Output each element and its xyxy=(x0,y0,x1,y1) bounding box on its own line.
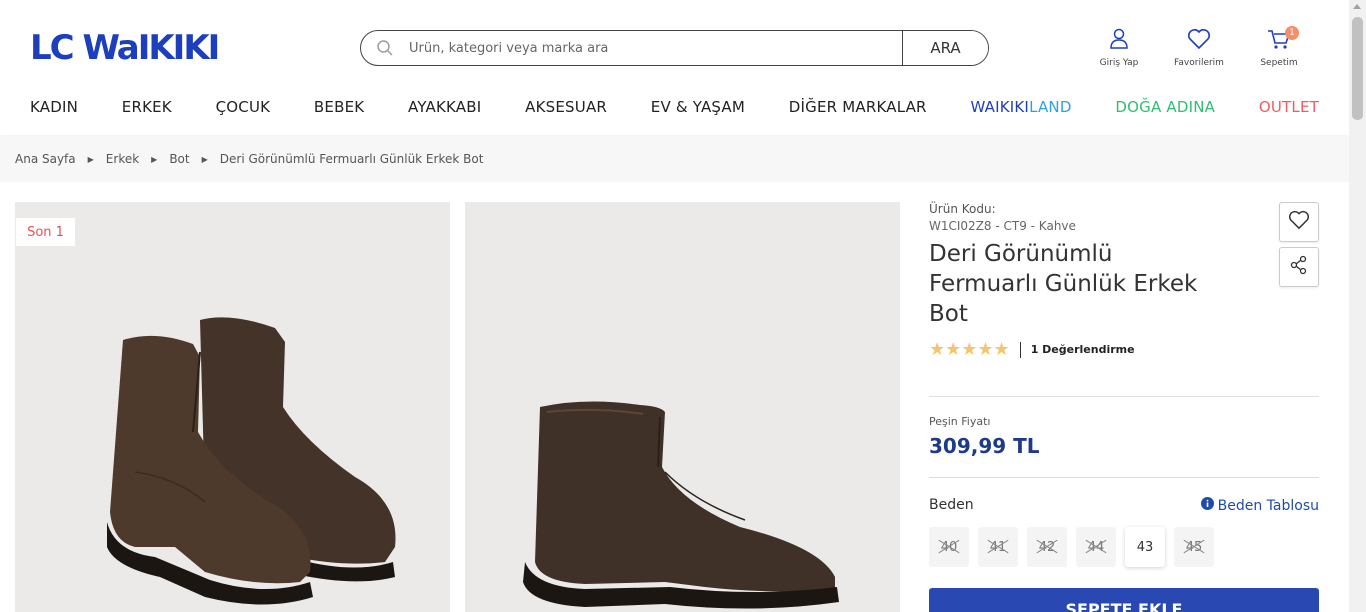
divider xyxy=(929,477,1319,478)
product-title: Deri Görünümlü Fermuarlı Günlük Erkek Bo… xyxy=(929,241,1198,327)
main-nav: KADIN ERKEK ÇOCUK BEBEK AYAKKABI AKSESUA… xyxy=(0,90,1349,135)
nav-item-aksesuar[interactable]: AKSESUAR xyxy=(525,90,607,135)
heart-icon xyxy=(1187,28,1211,54)
breadcrumb-current: Deri Görünümlü Fermuarlı Günlük Erkek Bo… xyxy=(219,152,484,166)
header: LC WaIKIKI ARA Giriş Yap Favorilerim xyxy=(0,0,1349,90)
nav-item-cocuk[interactable]: ÇOCUK xyxy=(216,90,271,135)
breadcrumb-link-home[interactable]: Ana Sayfa xyxy=(15,152,76,166)
add-to-cart-button[interactable]: SEPETE EKLE xyxy=(929,588,1319,612)
stock-badge: Son 1 xyxy=(16,218,75,246)
product-image-2[interactable] xyxy=(465,202,900,612)
size-option-42[interactable]: 42 xyxy=(1027,527,1067,567)
share-icon xyxy=(1290,255,1308,279)
info-icon xyxy=(1200,497,1214,514)
size-option-44[interactable]: 44 xyxy=(1076,527,1116,567)
cart-label: Sepetim xyxy=(1260,58,1298,68)
nav-item-outlet[interactable]: OUTLET xyxy=(1259,90,1319,135)
nav-item-bebek[interactable]: BEBEK xyxy=(314,90,364,135)
nav-item-ev-yasam[interactable]: EV & YAŞAM xyxy=(651,90,745,135)
caret-right-icon: ▶ xyxy=(87,154,94,164)
scroll-up-arrow-icon[interactable] xyxy=(1353,4,1361,9)
caret-right-icon: ▶ xyxy=(151,154,158,164)
reviews-link[interactable]: 1 Değerlendirme xyxy=(1031,343,1135,356)
size-option-41[interactable]: 41 xyxy=(978,527,1018,567)
heart-icon xyxy=(1288,210,1310,234)
size-option-45[interactable]: 45 xyxy=(1174,527,1214,567)
product-code-label: Ürün Kodu: xyxy=(929,202,996,216)
nav-item-ayakkabi[interactable]: AYAKKABI xyxy=(408,90,481,135)
nav-item-diger-markalar[interactable]: DİĞER MARKALAR xyxy=(789,90,927,135)
user-icon xyxy=(1109,28,1129,54)
header-actions: Giriş Yap Favorilerim 1 Sepetim xyxy=(1079,26,1319,68)
size-option-40[interactable]: 40 xyxy=(929,527,969,567)
product-rating: ★★★★★ 1 Değerlendirme xyxy=(929,339,1319,360)
price-label: Peşin Fiyatı xyxy=(929,415,991,428)
rating-stars: ★★★★★ xyxy=(929,339,1010,360)
size-label: Beden xyxy=(929,497,974,513)
scrollbar-thumb[interactable] xyxy=(1352,17,1363,120)
product-code-value: W1CI02Z8 - CT9 - Kahve xyxy=(929,219,1076,233)
page: LC WaIKIKI ARA Giriş Yap Favorilerim xyxy=(0,0,1366,612)
breadcrumb-link-erkek[interactable]: Erkek xyxy=(106,152,139,166)
nav-item-kadin[interactable]: KADIN xyxy=(30,90,78,135)
brand-logo[interactable]: LC WaIKIKI xyxy=(30,30,220,66)
breadcrumb-link-bot[interactable]: Bot xyxy=(169,152,189,166)
nav-item-doga-adina[interactable]: DOĞA ADINA xyxy=(1115,90,1215,135)
cart-button[interactable]: 1 Sepetim xyxy=(1239,26,1319,68)
nav-item-erkek[interactable]: ERKEK xyxy=(122,90,172,135)
size-table-label: Beden Tablosu xyxy=(1217,497,1319,514)
search-bar: ARA xyxy=(360,30,989,66)
breadcrumb: Ana Sayfa ▶ Erkek ▶ Bot ▶ Deri Görünümlü… xyxy=(0,136,1349,182)
favorites-button[interactable]: Favorilerim xyxy=(1159,28,1239,68)
product-detail: Ürün Kodu: W1CI02Z8 - CT9 - Kahve Deri G… xyxy=(929,202,1319,360)
search-input[interactable] xyxy=(409,31,902,65)
divider xyxy=(929,396,1319,397)
size-table-link[interactable]: Beden Tablosu xyxy=(1200,497,1319,514)
scrollbar[interactable] xyxy=(1349,0,1366,612)
size-option-43[interactable]: 43 xyxy=(1125,527,1165,567)
search-icon xyxy=(361,31,409,65)
cart-count-badge: 1 xyxy=(1285,26,1299,40)
product-image-1[interactable] xyxy=(15,202,450,612)
login-label: Giriş Yap xyxy=(1099,58,1139,68)
caret-right-icon: ▶ xyxy=(201,154,208,164)
favorites-label: Favorilerim xyxy=(1174,58,1224,68)
price-value: 309,99 TL xyxy=(929,434,1040,458)
add-to-favorites-button[interactable] xyxy=(1279,202,1319,242)
login-button[interactable]: Giriş Yap xyxy=(1079,28,1159,68)
nav-item-waikikiland[interactable]: WAIKIKILAND xyxy=(970,90,1071,135)
size-options: 40 41 42 44 43 45 xyxy=(929,527,1214,567)
share-button[interactable] xyxy=(1279,247,1319,287)
search-button[interactable]: ARA xyxy=(902,31,988,65)
rating-divider xyxy=(1019,341,1021,358)
